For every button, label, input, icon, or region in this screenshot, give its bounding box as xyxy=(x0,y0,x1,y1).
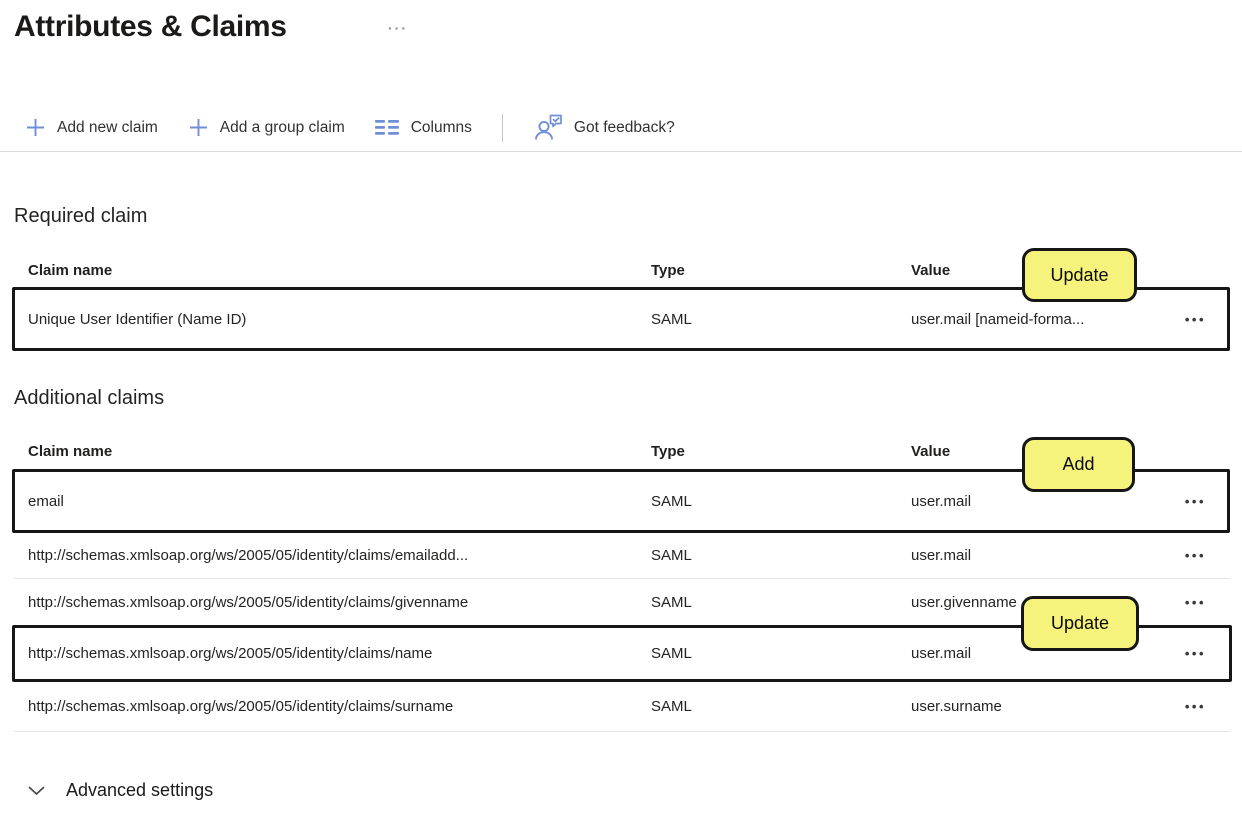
more-options-icon[interactable]: ••• xyxy=(1166,312,1230,327)
columns-button[interactable]: Columns xyxy=(374,118,472,137)
add-new-claim-label: Add new claim xyxy=(57,118,158,136)
add-group-claim-button[interactable]: Add a group claim xyxy=(188,117,345,138)
table-row-unique-user-identifier[interactable]: Unique User Identifier (Name ID) SAML us… xyxy=(14,289,1230,349)
claim-name-cell[interactable]: http://schemas.xmlsoap.org/ws/2005/05/id… xyxy=(14,645,651,662)
more-options-icon[interactable]: ••• xyxy=(1166,646,1230,661)
column-header-claim-name[interactable]: Claim name xyxy=(14,262,651,279)
table-row-name[interactable]: http://schemas.xmlsoap.org/ws/2005/05/id… xyxy=(14,626,1230,681)
chevron-down-icon xyxy=(28,786,45,796)
more-options-icon[interactable]: ••• xyxy=(1166,699,1230,714)
table-header-row: Claim name Type Value xyxy=(14,252,1230,289)
column-header-value[interactable]: Value xyxy=(911,262,1166,279)
plus-icon xyxy=(25,117,46,138)
more-options-icon[interactable]: ••• xyxy=(1166,548,1230,563)
table-header-row: Claim name Type Value xyxy=(14,433,1230,470)
add-group-claim-label: Add a group claim xyxy=(219,118,345,136)
page-title: Attributes & Claims xyxy=(14,10,287,43)
attributes-claims-page: Attributes & Claims ··· Add new claim Ad… xyxy=(0,0,1242,816)
column-header-type[interactable]: Type xyxy=(651,262,911,279)
additional-claims-heading: Additional claims xyxy=(14,387,165,409)
table-row-givenname[interactable]: http://schemas.xmlsoap.org/ws/2005/05/id… xyxy=(14,579,1230,626)
claim-name-cell[interactable]: Unique User Identifier (Name ID) xyxy=(14,311,651,328)
column-header-value[interactable]: Value xyxy=(911,443,1166,460)
column-header-type[interactable]: Type xyxy=(651,443,911,460)
claim-value-cell: user.mail [nameid-forma... xyxy=(911,310,1085,328)
table-row-email[interactable]: email SAML user.mail ••• xyxy=(14,470,1230,532)
table-row-emailaddress[interactable]: http://schemas.xmlsoap.org/ws/2005/05/id… xyxy=(14,532,1230,579)
column-header-claim-name[interactable]: Claim name xyxy=(14,443,651,460)
claim-type-cell: SAML xyxy=(651,645,692,662)
claim-value-cell: user.mail xyxy=(911,492,972,510)
claim-type-cell: SAML xyxy=(651,546,692,564)
claim-value-cell: user.mail xyxy=(911,546,972,564)
claim-value-cell: user.mail xyxy=(911,645,972,662)
advanced-settings-toggle[interactable]: Advanced settings xyxy=(28,780,213,801)
columns-icon xyxy=(374,119,400,136)
more-options-icon[interactable]: ••• xyxy=(1166,595,1230,610)
claim-type-cell: SAML xyxy=(651,310,692,328)
feedback-icon xyxy=(533,114,563,141)
claim-type-cell: SAML xyxy=(651,697,692,715)
claim-name-cell[interactable]: email xyxy=(14,493,651,510)
got-feedback-label: Got feedback? xyxy=(573,118,675,136)
claim-value-cell: user.surname xyxy=(911,697,1002,715)
claim-name-cell[interactable]: http://schemas.xmlsoap.org/ws/2005/05/id… xyxy=(14,547,651,564)
columns-label: Columns xyxy=(410,118,472,136)
plus-icon xyxy=(188,117,209,138)
advanced-settings-label: Advanced settings xyxy=(66,780,214,800)
claim-name-cell[interactable]: http://schemas.xmlsoap.org/ws/2005/05/id… xyxy=(14,698,651,715)
more-options-icon[interactable]: ••• xyxy=(1166,494,1230,509)
toolbar-divider xyxy=(501,113,503,142)
got-feedback-button[interactable]: Got feedback? xyxy=(533,114,675,141)
claim-name-cell[interactable]: http://schemas.xmlsoap.org/ws/2005/05/id… xyxy=(14,594,651,611)
required-claim-heading: Required claim xyxy=(14,205,148,227)
claim-type-cell: SAML xyxy=(651,594,692,611)
additional-claims-table: Claim name Type Value email SAML user.ma… xyxy=(14,433,1230,732)
claim-value-cell: user.givenname xyxy=(911,594,1017,611)
table-row-surname[interactable]: http://schemas.xmlsoap.org/ws/2005/05/id… xyxy=(14,681,1230,732)
required-claims-table: Claim name Type Value Unique User Identi… xyxy=(14,252,1230,349)
add-new-claim-button[interactable]: Add new claim xyxy=(25,117,158,138)
claim-type-cell: SAML xyxy=(651,492,692,510)
command-bar: Add new claim Add a group claim Columns … xyxy=(0,104,1242,152)
title-more-options-icon[interactable]: ··· xyxy=(386,18,410,38)
